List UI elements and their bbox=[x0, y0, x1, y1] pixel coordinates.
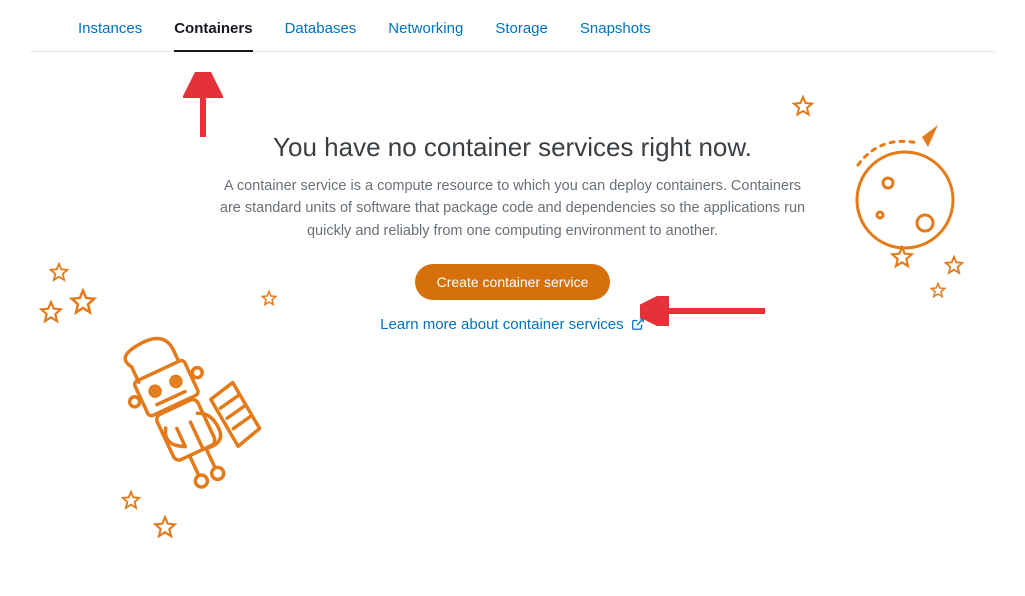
star-icon bbox=[889, 245, 915, 271]
learn-more-link[interactable]: Learn more about container services bbox=[203, 316, 823, 333]
star-icon bbox=[120, 490, 142, 512]
create-container-service-button[interactable]: Create container service bbox=[415, 264, 611, 300]
learn-more-label: Learn more about container services bbox=[380, 316, 623, 333]
star-icon bbox=[68, 288, 98, 318]
tab-snapshots[interactable]: Snapshots bbox=[580, 20, 651, 51]
planet-illustration-icon bbox=[810, 105, 970, 265]
external-link-icon bbox=[631, 317, 645, 331]
tab-storage[interactable]: Storage bbox=[495, 20, 548, 51]
tab-containers[interactable]: Containers bbox=[174, 20, 252, 51]
robot-illustration-icon bbox=[105, 320, 285, 520]
tab-instances[interactable]: Instances bbox=[78, 20, 142, 51]
empty-description: A container service is a compute resourc… bbox=[203, 175, 823, 242]
star-icon bbox=[791, 95, 815, 119]
tab-networking[interactable]: Networking bbox=[388, 20, 463, 51]
star-icon bbox=[48, 262, 70, 284]
star-icon bbox=[38, 300, 64, 326]
empty-state-panel: You have no container services right now… bbox=[203, 132, 823, 333]
tab-databases[interactable]: Databases bbox=[285, 20, 357, 51]
star-icon bbox=[943, 255, 965, 277]
tabs-nav: Instances Containers Databases Networkin… bbox=[30, 0, 995, 52]
star-icon bbox=[929, 282, 947, 300]
star-icon bbox=[152, 515, 178, 541]
empty-heading: You have no container services right now… bbox=[203, 132, 823, 163]
